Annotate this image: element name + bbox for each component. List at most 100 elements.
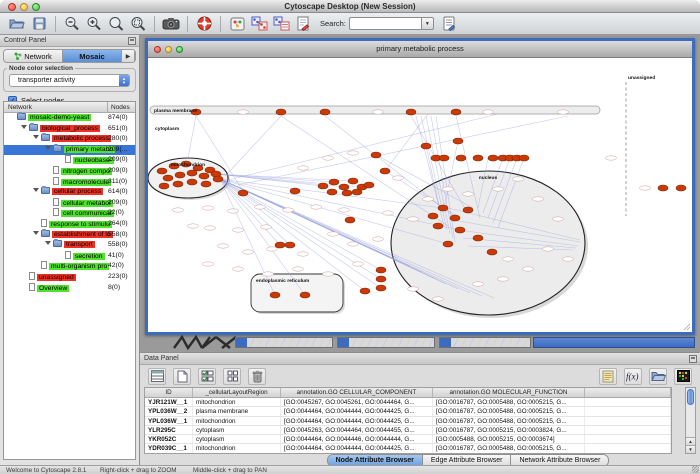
table-cell[interactable]: mitochondrion <box>193 444 281 452</box>
tree-expand-icon[interactable] <box>33 188 39 192</box>
network-node[interactable] <box>175 172 185 178</box>
network-node[interactable] <box>433 223 443 229</box>
tree-row[interactable]: cell communicat22(0) <box>4 208 135 219</box>
network-node[interactable] <box>360 288 370 294</box>
network-node[interactable] <box>320 109 330 115</box>
network-tree-header[interactable]: Network Nodes <box>4 102 135 113</box>
table-cell[interactable]: [GO:0045263, GO:0044464, GO:0044455, G..… <box>281 426 433 434</box>
node-color-select[interactable]: transporter activity ▲▼ <box>9 74 130 87</box>
table-row[interactable]: YDR039C__1mitochondrion[GO:0044464, GO:0… <box>145 444 671 453</box>
tree-row[interactable]: primary metabo209(... <box>4 145 135 156</box>
network-node[interactable] <box>199 173 209 179</box>
table-cell[interactable]: [GO:0016787, GO:0005488, GO:0005215, G..… <box>433 444 585 452</box>
float-panel-icon[interactable] <box>689 355 697 363</box>
network-node[interactable] <box>187 170 197 176</box>
network-node[interactable] <box>290 188 300 194</box>
import-table-icon[interactable] <box>270 14 292 34</box>
table-cell[interactable]: [GO:0016787, GO:0005215, GO:0003824, G..… <box>433 426 585 434</box>
network-node[interactable] <box>213 176 223 182</box>
table-row[interactable]: YKR052Ccytoplasm[GO:0044464, GO:0044446,… <box>145 435 671 444</box>
network-node[interactable] <box>300 292 310 298</box>
network-node[interactable] <box>345 217 355 223</box>
tree-row[interactable]: Overview8(0) <box>4 283 135 294</box>
save-icon[interactable] <box>28 14 50 34</box>
zoom-out-icon[interactable] <box>61 14 83 34</box>
network-node[interactable] <box>163 175 173 181</box>
network-node[interactable] <box>348 178 358 184</box>
network-node[interactable] <box>380 168 390 174</box>
background-window-sliver-graphic[interactable] <box>172 334 238 350</box>
tree-row[interactable]: biological_process651(0) <box>4 124 135 135</box>
table-cell[interactable] <box>585 407 671 415</box>
tree-expand-icon[interactable] <box>33 231 39 235</box>
network-node[interactable] <box>421 143 431 149</box>
network-node[interactable] <box>318 183 328 189</box>
table-cell[interactable] <box>585 417 671 425</box>
tree-row[interactable]: response to stimulu264(0) <box>4 219 135 230</box>
network-graph[interactable]: plasma membranecytoplasmmitochondrionnuc… <box>148 58 692 332</box>
network-node[interactable] <box>438 205 448 211</box>
table-cell[interactable]: mitochondrion <box>193 398 281 406</box>
combo-stepper-icon[interactable]: ▲▼ <box>119 75 129 86</box>
table-row[interactable]: YPL036W__2plasma membrane[GO:0044464, GO… <box>145 407 671 416</box>
table-column-header[interactable] <box>585 388 671 397</box>
zoom-in-icon[interactable] <box>83 14 105 34</box>
tree-column-nodes[interactable]: Nodes <box>107 102 130 112</box>
tree-row[interactable]: multi-organism pro42(0) <box>4 261 135 272</box>
search-input[interactable] <box>349 17 421 30</box>
network-node[interactable] <box>519 155 529 161</box>
network-node[interactable] <box>443 241 453 247</box>
network-node[interactable] <box>676 185 686 191</box>
network-node[interactable] <box>327 189 337 195</box>
network-node[interactable] <box>376 267 386 273</box>
attribute-table-icon[interactable] <box>148 368 166 385</box>
tree-row[interactable]: unassigned223(0) <box>4 272 135 283</box>
network-node[interactable] <box>173 181 183 187</box>
background-window-sliver[interactable] <box>235 337 333 348</box>
network-node[interactable] <box>159 183 169 189</box>
network-node[interactable] <box>187 179 197 185</box>
cytopanel-icon[interactable] <box>226 14 248 34</box>
network-node[interactable] <box>473 235 483 241</box>
select-attributes-icon[interactable] <box>198 368 216 385</box>
table-cell[interactable]: [GO:0044464, GO:0044446, GO:0044444, G..… <box>281 435 433 443</box>
network-edge[interactable] <box>228 116 281 173</box>
window-titlebar[interactable]: Cytoscape Desktop (New Session) <box>0 0 700 13</box>
table-cell[interactable]: YPL036W__1 <box>145 417 193 425</box>
network-node[interactable] <box>487 249 497 255</box>
attribute-batch-icon[interactable] <box>599 368 617 385</box>
tree-row[interactable]: cellular process614(0) <box>4 187 135 198</box>
network-node[interactable] <box>463 207 473 213</box>
table-cell[interactable]: [GO:0005488, GO:0005215, GO:0003674] <box>433 435 585 443</box>
help-icon[interactable] <box>193 14 215 34</box>
formula-icon[interactable]: f(x) <box>624 368 642 385</box>
table-column-header[interactable]: ID <box>145 388 193 397</box>
network-node[interactable] <box>364 182 374 188</box>
table-cell[interactable]: YJR121W__1 <box>145 398 193 406</box>
table-cell[interactable] <box>585 435 671 443</box>
network-node[interactable] <box>371 152 381 158</box>
tree-expand-icon[interactable] <box>21 125 27 129</box>
tree-row[interactable]: macromolecule311(0) <box>4 177 135 188</box>
table-scrollbar[interactable]: ▲ ▼ <box>685 387 696 454</box>
resize-grip[interactable] <box>692 466 699 473</box>
tree-expand-icon[interactable] <box>45 241 51 245</box>
table-column-header[interactable]: annotation.GO CELLULAR_COMPONENT <box>281 388 433 397</box>
tree-column-network[interactable]: Network <box>4 104 32 111</box>
scrollbar-thumb[interactable] <box>687 389 694 405</box>
snapshot-icon[interactable] <box>160 14 182 34</box>
network-node[interactable] <box>453 138 463 144</box>
network-node[interactable] <box>376 285 386 291</box>
float-panel-icon[interactable] <box>128 37 136 45</box>
table-cell[interactable]: YKR052C <box>145 435 193 443</box>
network-edge[interactable] <box>188 116 196 158</box>
search-options-icon[interactable] <box>438 14 460 34</box>
table-row[interactable]: YJR121W__1mitochondrion[GO:0045267, GO:0… <box>145 398 671 407</box>
tab-overflow-icon[interactable]: ▶ <box>122 50 135 62</box>
network-node[interactable] <box>406 109 416 115</box>
table-cell[interactable]: YDR039C__1 <box>145 444 193 452</box>
search-dropdown-icon[interactable]: ▼ <box>421 17 434 30</box>
table-cell[interactable]: [GO:0045267, GO:0045261, GO:0044464, G..… <box>281 398 433 406</box>
zoom-fit-icon[interactable] <box>127 14 149 34</box>
table-cell[interactable]: mitochondrion <box>193 417 281 425</box>
